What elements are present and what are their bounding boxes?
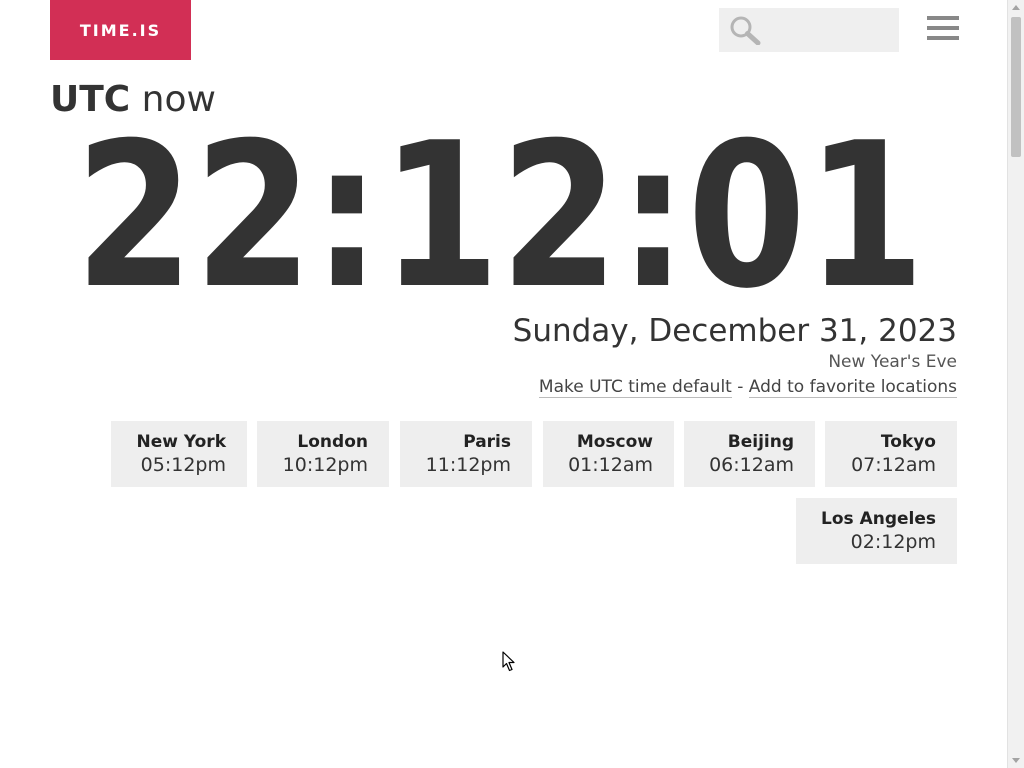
hamburger-menu-icon[interactable] [927,16,959,44]
scrollbar-thumb[interactable] [1011,17,1021,157]
city-card-london[interactable]: London 10:12pm [257,421,389,487]
timezone-abbr: UTC [50,79,131,120]
scroll-down-arrow-icon[interactable] [1012,758,1020,763]
scroll-up-arrow-icon[interactable] [1012,5,1020,10]
city-name: Paris [463,432,511,452]
title-suffix: now [141,79,216,120]
city-name: Tokyo [880,432,936,452]
search-box[interactable] [719,8,899,52]
time-is-logo[interactable]: TIME.IS [50,0,191,60]
city-name: New York [136,432,227,452]
city-time: 10:12pm [282,454,368,476]
city-time: 05:12pm [140,454,226,476]
city-card-tokyo[interactable]: Tokyo 07:12am [825,421,957,487]
clock-display: 22:12:01 [75,125,925,300]
actions-separator: - [731,377,749,397]
city-time: 07:12am [851,454,936,476]
add-favorite-link[interactable]: Add to favorite locations [748,377,957,398]
city-name: London [297,432,368,452]
city-time: 02:12pm [850,531,936,553]
current-date: Sunday, December 31, 2023 [512,313,957,349]
vertical-scrollbar[interactable] [1007,0,1024,768]
make-default-link[interactable]: Make UTC time default [538,377,732,398]
city-time: 11:12pm [425,454,511,476]
search-icon [730,16,761,45]
mouse-cursor-icon [502,651,515,672]
city-card-moscow[interactable]: Moscow 01:12am [543,421,674,487]
city-card-beijing[interactable]: Beijing 06:12am [684,421,815,487]
clock-time: 22:12:01 [75,125,925,300]
city-time: 06:12am [709,454,794,476]
city-card-new-york[interactable]: New York 05:12pm [111,421,247,487]
holiday-name: New Year's Eve [828,352,957,372]
page-title: UTC now [50,78,216,122]
city-name: Los Angeles [821,509,936,529]
clock-actions: Make UTC time default - Add to favorite … [538,375,957,399]
city-time: 01:12am [568,454,653,476]
city-name: Moscow [576,432,653,452]
city-name: Beijing [727,432,794,452]
city-card-los-angeles[interactable]: Los Angeles 02:12pm [796,498,957,564]
city-card-paris[interactable]: Paris 11:12pm [400,421,532,487]
